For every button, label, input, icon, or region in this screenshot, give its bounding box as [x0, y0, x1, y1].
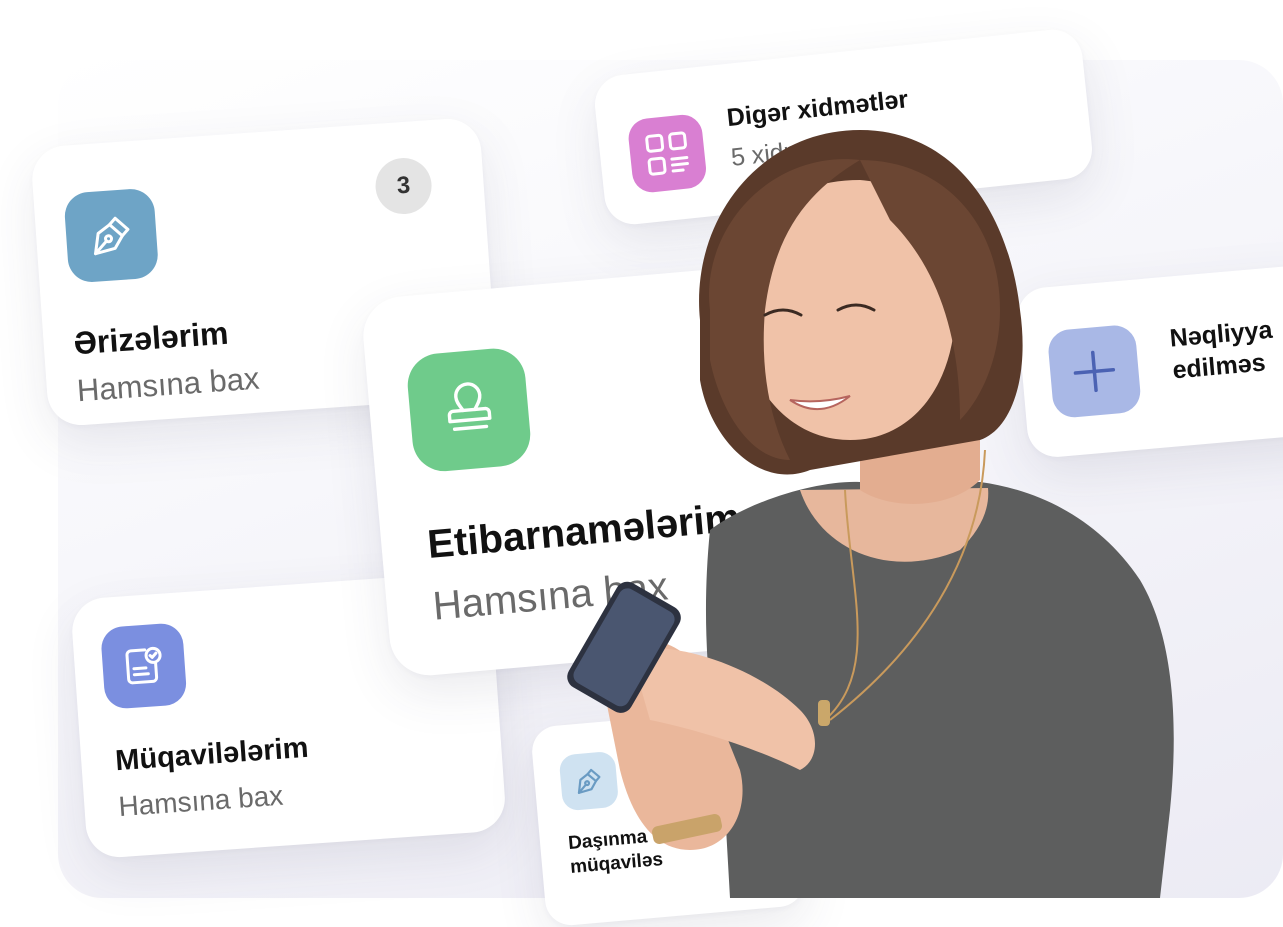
card-link[interactable]: Hamsına bax	[117, 780, 284, 823]
contract-check-icon	[100, 622, 188, 710]
card-title: Ərizələrim	[72, 314, 230, 362]
card-link[interactable]: Hamsına bax	[76, 361, 261, 410]
stamp-icon	[405, 346, 533, 474]
card-title: Müqavilələrim	[114, 731, 310, 778]
count-badge: 3	[373, 156, 434, 216]
pen-nib-icon	[63, 187, 160, 284]
woman-with-phone-image	[567, 130, 1174, 898]
